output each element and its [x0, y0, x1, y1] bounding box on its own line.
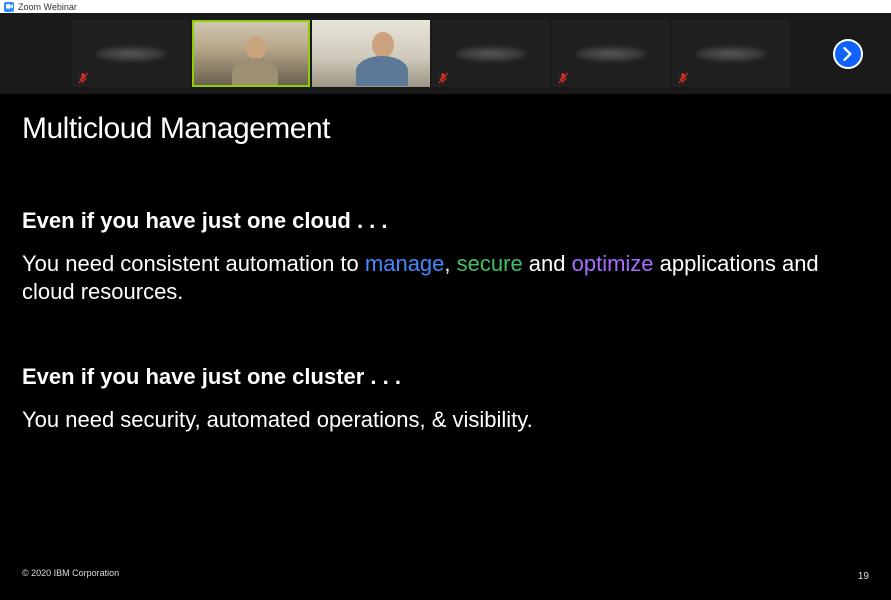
person-torso: [232, 58, 278, 87]
hidden-avatar: [96, 47, 166, 61]
section-body: You need consistent automation to manage…: [22, 250, 862, 306]
person-head: [246, 36, 266, 60]
page-number: 19: [858, 571, 869, 582]
keyword-optimize: optimize: [572, 251, 654, 276]
window-title-bar: Zoom Webinar: [0, 0, 891, 13]
section-body: You need security, automated operations,…: [22, 406, 862, 434]
keyword-secure: secure: [457, 251, 523, 276]
shared-slide: Multicloud Management Even if you have j…: [0, 94, 891, 600]
mic-muted-icon: [678, 71, 690, 83]
section-cluster: Even if you have just one cluster . . . …: [22, 364, 862, 434]
mic-muted-icon: [438, 71, 450, 83]
participant-tile[interactable]: [432, 20, 550, 87]
chevron-right-icon: [843, 47, 853, 61]
section-cloud: Even if you have just one cloud . . . Yo…: [22, 208, 862, 306]
hidden-avatar: [456, 47, 526, 61]
participants-strip: [0, 13, 891, 94]
zoom-icon: [4, 2, 14, 12]
participant-tile[interactable]: [552, 20, 670, 87]
mic-muted-icon: [78, 71, 90, 83]
participant-tile[interactable]: [312, 20, 430, 87]
next-participants-button[interactable]: [833, 39, 863, 69]
mic-muted-icon: [558, 71, 570, 83]
text-fragment: and: [523, 251, 572, 276]
participant-tile[interactable]: [72, 20, 190, 87]
section-heading: Even if you have just one cluster . . .: [22, 364, 862, 390]
keyword-manage: manage: [365, 251, 445, 276]
window-title-text: Zoom Webinar: [18, 2, 77, 12]
hidden-avatar: [576, 47, 646, 61]
slide-title: Multicloud Management: [22, 112, 891, 146]
text-fragment: You need consistent automation to: [22, 251, 365, 276]
section-heading: Even if you have just one cloud . . .: [22, 208, 862, 234]
hidden-avatar: [696, 47, 766, 61]
person-torso: [356, 56, 408, 86]
text-fragment: ,: [444, 251, 456, 276]
copyright-text: © 2020 IBM Corporation: [22, 568, 119, 578]
participant-tile[interactable]: [672, 20, 790, 87]
participant-tile[interactable]: [192, 20, 310, 87]
person-head: [372, 32, 394, 58]
